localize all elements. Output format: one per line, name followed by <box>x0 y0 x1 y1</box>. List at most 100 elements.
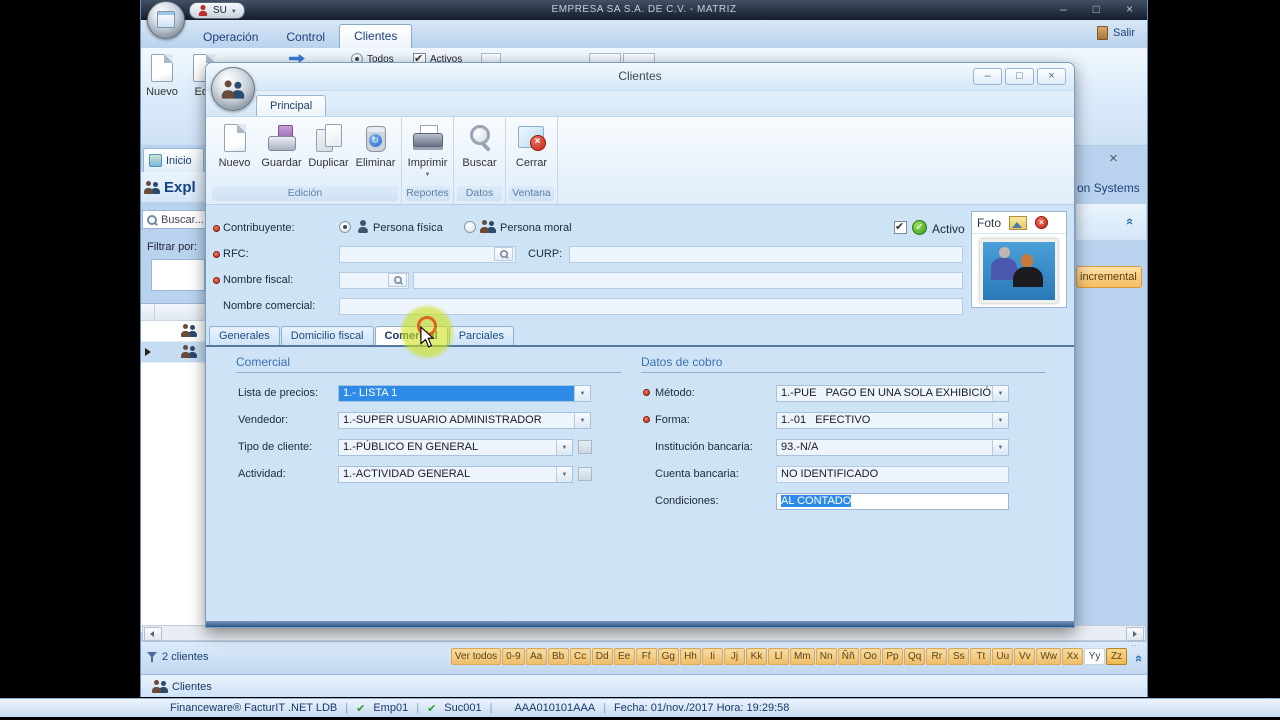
alphabet-filter-button[interactable]: Bb <box>547 648 569 665</box>
alphabet-filter-button[interactable]: Ww <box>1036 648 1061 665</box>
remove-photo-icon[interactable] <box>1035 216 1049 229</box>
alphabet-filter-button[interactable]: Ee <box>613 648 635 665</box>
actividad-dropdown[interactable]: 1.-ACTIVIDAD GENERAL <box>338 466 573 483</box>
cuenta-input[interactable]: NO IDENTIFICADO <box>776 466 1009 483</box>
tab-generales[interactable]: Generales <box>209 326 280 345</box>
alphabet-filter-button[interactable]: Rr <box>926 648 948 665</box>
chevron-down-icon[interactable] <box>992 413 1008 428</box>
alphabet-filter-button[interactable]: Ver todos <box>450 648 502 665</box>
persona-fisica-radio[interactable] <box>339 221 351 233</box>
image-icon[interactable] <box>1009 215 1028 230</box>
chevron-down-icon[interactable] <box>574 413 590 428</box>
collapse-chevron-icon[interactable] <box>1123 218 1138 225</box>
ribbon-button[interactable]: Duplicar <box>305 118 352 186</box>
ribbon-button[interactable]: Imprimir <box>404 118 451 186</box>
search-input[interactable]: Buscar... <box>142 210 206 229</box>
alphabet-filter-button[interactable]: Zz <box>1106 648 1127 665</box>
tipo-cliente-label: Tipo de cliente: <box>238 441 313 453</box>
metodo-dropdown[interactable]: 1.-PUE PAGO EN UNA SOLA EXHIBICIÓN <box>776 385 1009 402</box>
alphabet-filter-button[interactable]: Uu <box>992 648 1014 665</box>
table-row[interactable] <box>141 321 206 342</box>
panel-close-icon[interactable] <box>1109 150 1118 167</box>
vendedor-dropdown[interactable]: 1.-SUPER USUARIO ADMINISTRADOR <box>338 412 591 429</box>
rfc-search-button[interactable] <box>494 247 513 261</box>
table-row-selected[interactable] <box>141 342 206 363</box>
nuevo-background-button[interactable]: Nuevo <box>141 54 183 98</box>
activo-checkbox[interactable] <box>894 220 907 234</box>
scroll-right-icon[interactable] <box>1126 627 1144 641</box>
minimize-icon[interactable]: – <box>1060 0 1067 18</box>
close-icon[interactable]: × <box>1126 0 1133 18</box>
scroll-left-icon[interactable] <box>144 627 162 641</box>
alphabet-filter-button[interactable]: Ll <box>767 648 789 665</box>
tipo-cliente-dropdown[interactable]: 1.-PÚBLICO EN GENERAL <box>338 439 573 456</box>
ribbon-button[interactable]: Nuevo <box>211 118 258 186</box>
tipo-cliente-ellipsis-button[interactable] <box>578 440 592 454</box>
restore-icon[interactable]: □ <box>1093 0 1100 18</box>
dialog-logo-orb[interactable] <box>211 67 255 111</box>
alphabet-filter-button[interactable]: Aa <box>525 648 547 665</box>
app-logo-orb[interactable] <box>147 1 185 39</box>
alphabet-filter-button[interactable]: Kk <box>745 648 767 665</box>
alphabet-filter-button[interactable]: Cc <box>569 648 591 665</box>
nombre-comercial-input[interactable] <box>339 298 963 315</box>
alphabet-filter-button[interactable]: Tt <box>970 648 992 665</box>
alphabet-filter-button[interactable]: Oo <box>859 648 881 665</box>
alphabet-filter-button[interactable]: 0-9 <box>502 648 525 665</box>
tab-inicio[interactable]: Inicio <box>143 148 204 172</box>
chevron-down-icon[interactable] <box>992 386 1008 401</box>
chevron-down-icon[interactable] <box>556 467 572 482</box>
forma-dropdown[interactable]: 1.-01 EFECTIVO <box>776 412 1009 429</box>
alphabet-filter-button[interactable]: Jj <box>723 648 745 665</box>
menu-tab-control[interactable]: Control <box>272 26 339 48</box>
alphabet-filter-button[interactable]: Pp <box>881 648 903 665</box>
lista-precios-dropdown[interactable]: 1.- LISTA 1 <box>338 385 591 402</box>
chevron-down-icon[interactable] <box>574 386 590 401</box>
alphabet-filter-button[interactable]: Ii <box>701 648 723 665</box>
tab-principal[interactable]: Principal <box>256 95 327 116</box>
taskbar-item-clientes[interactable]: Clientes <box>146 678 218 695</box>
tab-parciales[interactable]: Parciales <box>448 326 514 345</box>
chevron-down-icon[interactable] <box>556 440 572 455</box>
chevron-down-icon[interactable] <box>992 440 1008 455</box>
alphabet-filter-button[interactable]: Ff <box>635 648 657 665</box>
alphabet-filter-button[interactable]: Dd <box>591 648 613 665</box>
tab-comercial[interactable]: Comercial <box>374 326 448 345</box>
nombre-fiscal-input[interactable] <box>413 272 963 289</box>
alphabet-filter-button[interactable]: Vv <box>1014 648 1036 665</box>
alphabet-filter-button[interactable]: Nn <box>815 648 837 665</box>
ribbon-button[interactable]: Eliminar <box>352 118 399 186</box>
alphabet-filter-button[interactable]: Qq <box>903 648 926 665</box>
dialog-maximize-button[interactable] <box>1005 68 1034 85</box>
alphabet-filter-button[interactable]: Ññ <box>837 648 859 665</box>
user-menu-button[interactable]: SU <box>189 2 245 19</box>
menu-tab-clientes[interactable]: Clientes <box>339 24 413 48</box>
dialog-titlebar[interactable]: Clientes <box>206 63 1074 91</box>
alphabet-filter-button[interactable]: Mm <box>789 648 815 665</box>
alphabet-filter-button[interactable]: Yy <box>1084 648 1105 665</box>
alphabet-filter-button[interactable]: Xx <box>1062 648 1083 665</box>
ribbon-button[interactable]: Buscar <box>456 118 503 186</box>
filter-input[interactable] <box>151 259 205 291</box>
salir-button[interactable]: Salir <box>1096 26 1135 40</box>
incremental-button[interactable]: incremental <box>1076 266 1142 288</box>
institucion-dropdown[interactable]: 93.-N/A <box>776 439 1009 456</box>
rfc-input[interactable] <box>339 246 516 263</box>
alphabet-filter-button[interactable]: Hh <box>679 648 701 665</box>
dialog-close-button[interactable] <box>1037 68 1066 85</box>
clients-grid[interactable] <box>141 303 206 632</box>
condiciones-input[interactable]: AL CONTADO <box>776 493 1009 510</box>
persona-moral-radio[interactable] <box>464 221 476 233</box>
menu-tab-operacion[interactable]: Operación <box>189 26 272 48</box>
curp-input[interactable] <box>569 246 963 263</box>
ribbon-button[interactable]: Guardar <box>258 118 305 186</box>
tab-domicilio-fiscal[interactable]: Domicilio fiscal <box>280 326 374 345</box>
alphabet-filter-button[interactable]: Gg <box>657 648 679 665</box>
alphabet-collapse-icon[interactable] <box>1132 655 1147 662</box>
actividad-label: Actividad: <box>238 468 286 480</box>
alphabet-filter-button[interactable]: Ss <box>948 648 970 665</box>
ribbon-button[interactable]: Cerrar <box>508 118 555 186</box>
dialog-minimize-button[interactable] <box>973 68 1002 85</box>
actividad-ellipsis-button[interactable] <box>578 467 592 481</box>
nombre-fiscal-search-button[interactable] <box>388 273 407 287</box>
